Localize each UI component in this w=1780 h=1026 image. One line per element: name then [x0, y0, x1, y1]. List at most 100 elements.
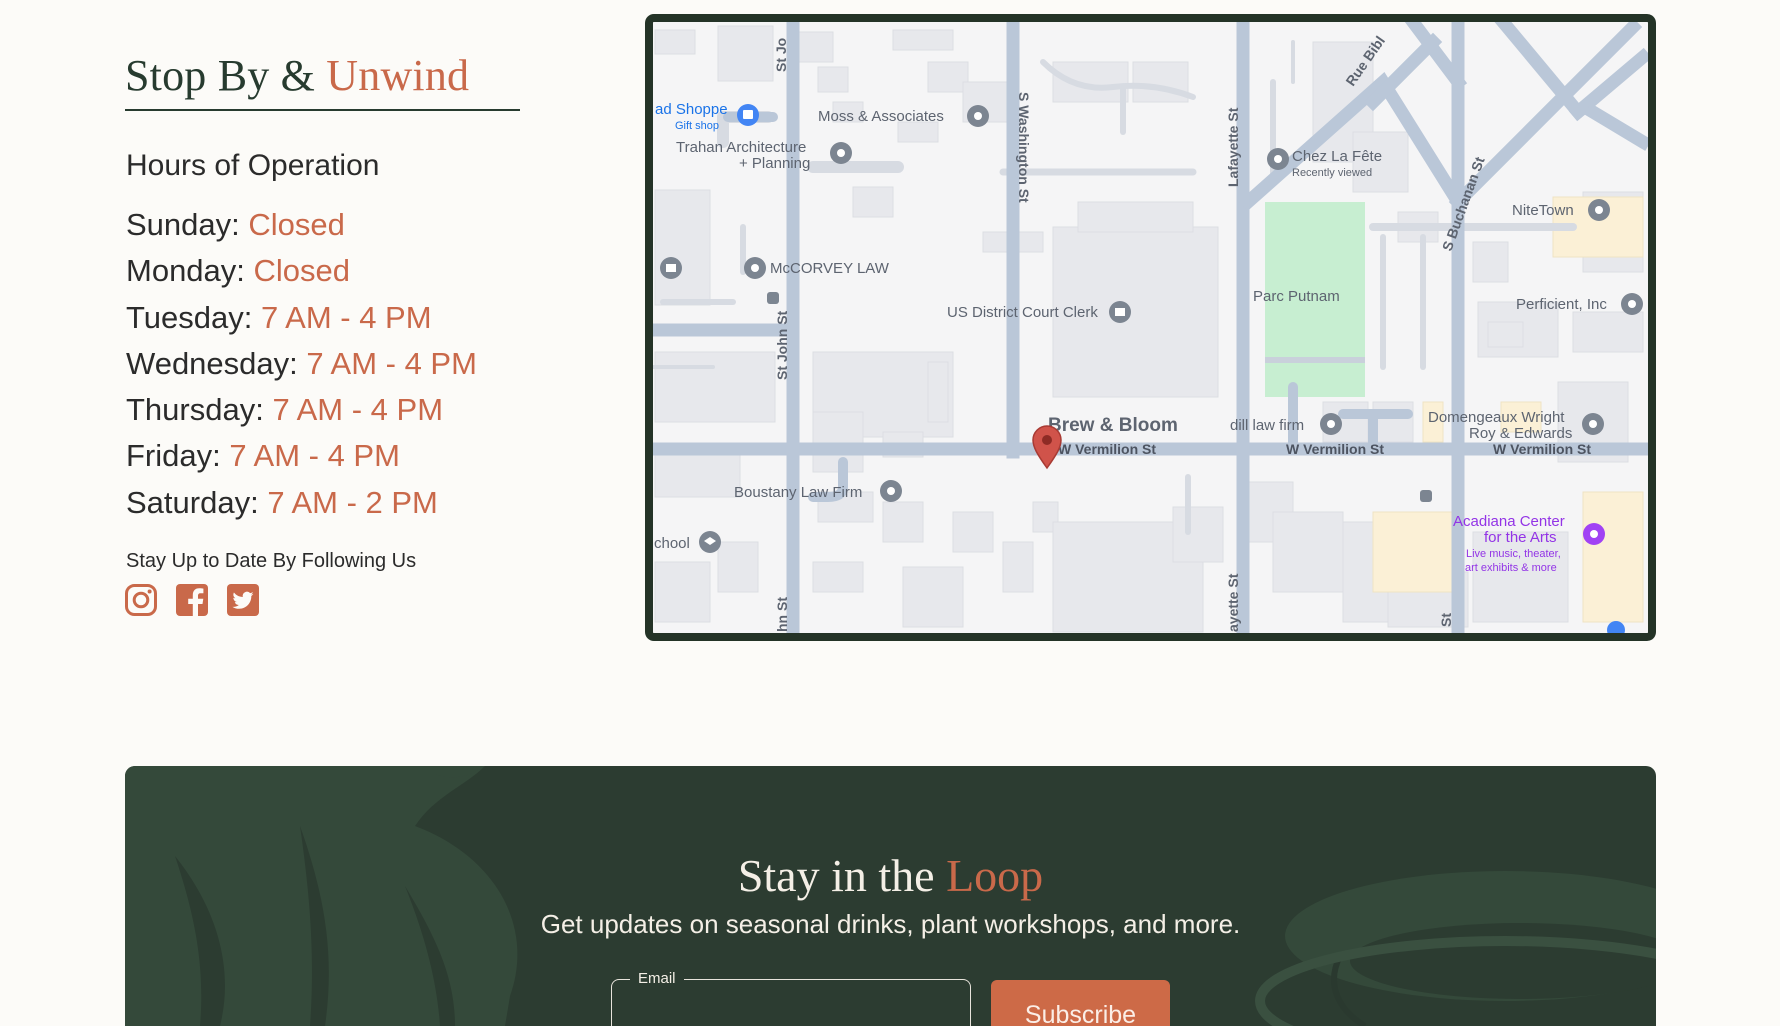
building: [812, 561, 864, 593]
building: [1582, 491, 1644, 623]
day-label: Tuesday:: [126, 299, 253, 335]
street-label-vermilion-3: W Vermilion St: [1493, 441, 1591, 457]
place-chez-sub: Recently viewed: [1292, 167, 1372, 179]
day-hours: 7 AM - 4 PM: [229, 438, 400, 474]
street-label-hn-st: hn St: [774, 597, 790, 632]
place-trahan-1: Trahan Architecture: [676, 139, 806, 156]
street-label-vermilion-1: W Vermilion St: [1058, 441, 1156, 457]
building: [717, 541, 759, 593]
day-hours: Closed: [248, 207, 345, 242]
hours-row-wednesday: Wednesday: 7 AM - 4 PM: [126, 343, 477, 389]
bus-stop-icon: [1420, 490, 1432, 502]
building: [654, 351, 776, 423]
day-hours: 7 AM - 4 PM: [272, 392, 444, 428]
place-parc: Parc Putnam: [1253, 288, 1340, 305]
building: [654, 561, 711, 623]
pin-label: Brew & Bloom: [1048, 415, 1178, 436]
street-label-lafayette: Lafayette St: [1225, 107, 1241, 187]
map-canvas[interactable]: St Jo St John St hn St S Washington St L…: [653, 22, 1648, 633]
street-label-vermilion-2: W Vermilion St: [1286, 441, 1384, 457]
place-domengeaux-1: Domengeaux Wright: [1428, 409, 1565, 426]
building: [897, 121, 939, 143]
building: [1132, 61, 1189, 103]
twitter-icon[interactable]: [226, 583, 260, 617]
follow-text: Stay Up to Date By Following Us: [126, 550, 417, 572]
building: [654, 451, 741, 498]
building: [717, 25, 774, 82]
place-nitetown: NiteTown: [1512, 202, 1574, 219]
place-school: chool: [654, 535, 690, 552]
building: [952, 511, 994, 553]
place-gift-shop-sub: Gift shop: [675, 120, 719, 132]
day-label: Friday:: [126, 438, 221, 474]
bus-stop-icon: [767, 292, 779, 304]
building: [927, 361, 949, 423]
newsletter-subtitle: Get updates on seasonal drinks, plant wo…: [540, 909, 1241, 939]
place-gift-shop: ad Shoppe: [655, 101, 728, 118]
subscribe-button[interactable]: Subscribe: [991, 980, 1170, 1026]
street-label-st-bottom: St: [1438, 613, 1454, 627]
day-hours: 7 AM - 4 PM: [261, 299, 432, 335]
street-label-st-john: St John St: [774, 310, 790, 380]
hours-row-sunday: Sunday: Closed: [126, 204, 477, 250]
building: [1077, 201, 1194, 233]
building: [1272, 511, 1344, 593]
newsletter-section: Stay in the Loop Get updates on seasonal…: [125, 766, 1656, 1026]
newsletter-title-part1: Stay in the: [737, 850, 947, 901]
place-acadiana-2: for the Arts: [1484, 529, 1557, 546]
building: [927, 61, 969, 93]
title-underline: [125, 109, 520, 111]
day-hours: 7 AM - 4 PM: [306, 345, 477, 381]
newsletter-title: Stay in the Loop: [125, 849, 1656, 902]
building: [1002, 541, 1034, 593]
building: [1172, 506, 1224, 563]
visit-title: Stop By & Unwind: [125, 50, 469, 101]
building: [882, 501, 924, 543]
building: [892, 29, 954, 51]
day-label: Thursday:: [126, 392, 264, 428]
day-label: Sunday:: [126, 207, 240, 242]
building: [654, 189, 711, 306]
location-map[interactable]: St Jo St John St hn St S Washington St L…: [645, 14, 1656, 641]
building: [817, 66, 849, 93]
newsletter-title-accent: Loop: [946, 850, 1044, 901]
place-mccorvey: McCORVEY LAW: [770, 260, 890, 277]
building: [1487, 321, 1524, 348]
hours-row-saturday: Saturday: 7 AM - 2 PM: [126, 482, 477, 528]
social-links: [124, 583, 260, 617]
path: [1265, 357, 1365, 363]
facebook-icon[interactable]: [175, 583, 209, 617]
building: [1052, 61, 1129, 103]
street-label-washington: S Washington St: [1016, 92, 1032, 203]
visit-title-part1: Stop By &: [125, 51, 327, 100]
building: [654, 29, 696, 55]
day-label: Saturday:: [126, 484, 259, 520]
email-input[interactable]: [612, 980, 970, 1026]
email-field: Email: [611, 970, 971, 1026]
building: [1372, 511, 1459, 593]
hours-row-friday: Friday: 7 AM - 4 PM: [126, 435, 477, 481]
hours-list: Sunday: Closed Monday: Closed Tuesday: 7…: [126, 204, 477, 528]
visit-title-accent: Unwind: [326, 51, 470, 100]
place-domengeaux-2: Roy & Edwards: [1469, 425, 1572, 442]
place-acadiana-1: Acadiana Center: [1453, 513, 1565, 530]
street-label-lafayette-bottom: ayette St: [1225, 573, 1241, 632]
building: [1472, 241, 1509, 283]
place-acadiana-3: Live music, theater,: [1466, 548, 1561, 560]
instagram-icon[interactable]: [124, 583, 158, 617]
day-label: Wednesday:: [126, 345, 298, 381]
hours-row-tuesday: Tuesday: 7 AM - 4 PM: [126, 297, 477, 343]
place-court: US District Court Clerk: [947, 304, 1098, 321]
street-label-st-jo: St Jo: [773, 38, 789, 72]
day-hours: 7 AM - 2 PM: [267, 484, 438, 520]
place-chez: Chez La Fête: [1292, 148, 1382, 165]
hours-heading: Hours of Operation: [126, 149, 380, 182]
building: [852, 186, 894, 218]
place-moss: Moss & Associates: [818, 108, 944, 125]
day-label: Monday:: [126, 253, 245, 289]
place-acadiana-4: art exhibits & more: [1465, 562, 1557, 574]
hours-row-monday: Monday: Closed: [126, 250, 477, 296]
hours-row-thursday: Thursday: 7 AM - 4 PM: [126, 389, 477, 435]
building: [902, 566, 964, 628]
place-boustany: Boustany Law Firm: [734, 484, 862, 501]
